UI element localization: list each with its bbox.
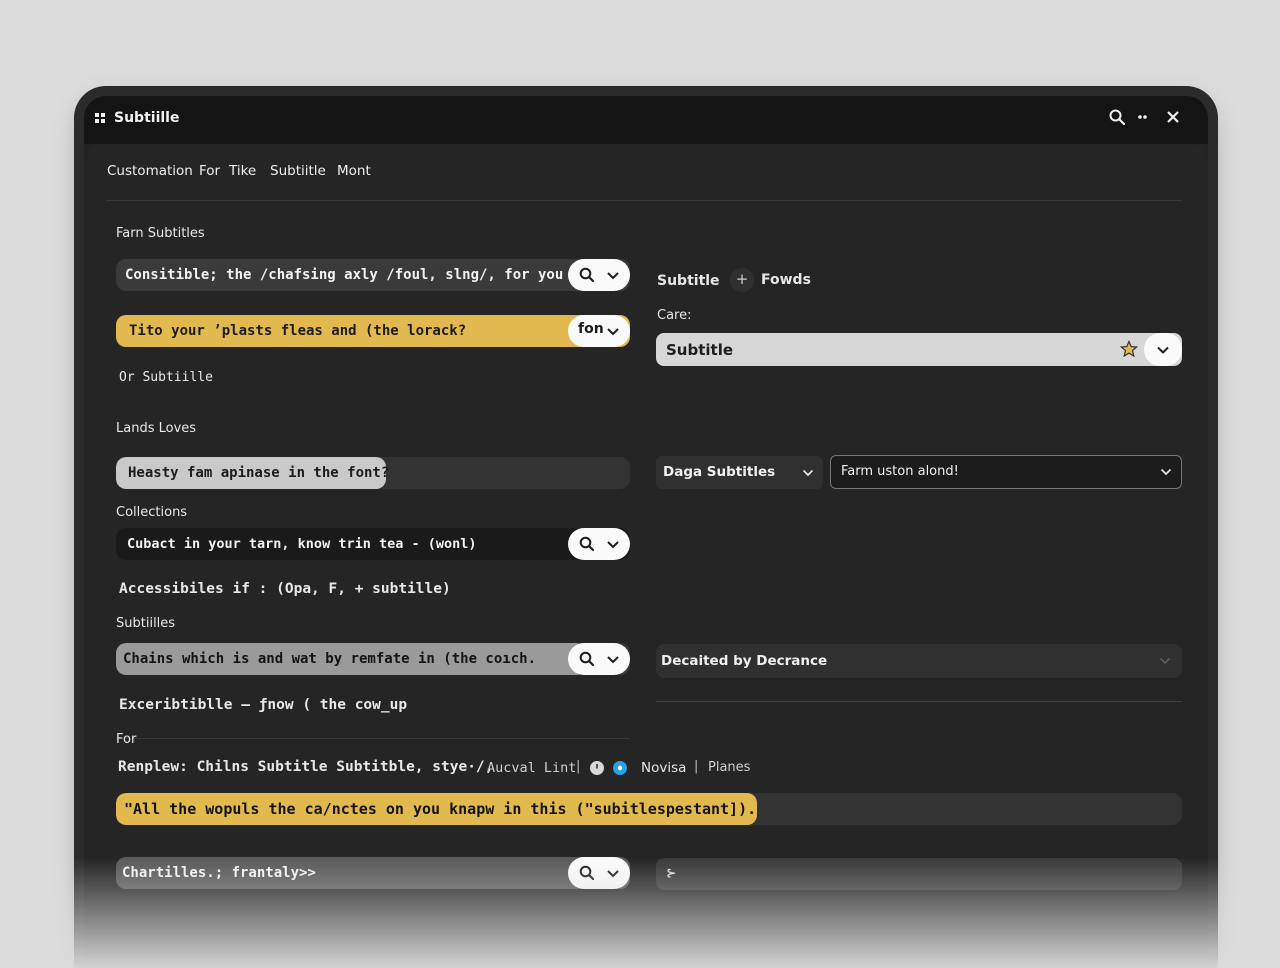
- search-dropdown-pill[interactable]: [568, 643, 630, 675]
- subtitle-label: Subtitle: [657, 273, 720, 289]
- chevron-down-icon[interactable]: [1159, 655, 1171, 667]
- chevron-down-icon[interactable]: [606, 535, 620, 553]
- planes-link[interactable]: Planes: [708, 760, 750, 775]
- subtitle-row-3[interactable]: Heasty fam apinase in the font?: [116, 457, 630, 489]
- chevron-down-icon[interactable]: [606, 650, 620, 668]
- tab-for[interactable]: For: [199, 163, 220, 179]
- separator: |: [576, 759, 581, 774]
- dropdown-toggle[interactable]: [1144, 333, 1182, 366]
- subtitle-row-4[interactable]: Cubact in your tarn, know trin tea - (wo…: [116, 528, 630, 560]
- farm-select[interactable]: Farm uston alond!: [830, 455, 1182, 489]
- care-select-value: Subtitle: [666, 341, 734, 359]
- right-divider: [656, 701, 1182, 702]
- font-dropdown-pill[interactable]: fon: [568, 315, 630, 347]
- decaited-select-value: Decaited by Decrance: [661, 653, 828, 669]
- collections-label: Collections: [116, 505, 188, 520]
- quote-text: "All the wopuls the ca/nctes on you knap…: [124, 800, 757, 818]
- farm-select-value: Farm uston alond!: [841, 464, 959, 479]
- chevron-down-icon[interactable]: [1160, 466, 1172, 478]
- search-icon[interactable]: [578, 535, 596, 553]
- subtiilles-label: Subtiilles: [116, 616, 176, 631]
- bottom-select[interactable]: ⊱: [656, 858, 1182, 890]
- close-icon[interactable]: [1162, 108, 1184, 130]
- plus-icon[interactable]: +: [730, 268, 754, 292]
- subtitle-row-2[interactable]: Tito your ’plasts fleas and (the lorack?…: [116, 315, 630, 347]
- row-text: Tito your ’plasts fleas and (the lorack?: [129, 323, 467, 339]
- subtitle-row-1[interactable]: Consitible; the /chafsing axly /foul, sl…: [116, 259, 630, 291]
- bottom-select-glyph: ⊱: [666, 866, 677, 880]
- clock-icon[interactable]: [589, 760, 605, 776]
- section-label: Farn Subtitles: [116, 226, 205, 241]
- separator: |: [694, 759, 699, 774]
- star-icon[interactable]: [1120, 340, 1138, 358]
- decaited-select[interactable]: Decaited by Decrance: [656, 644, 1182, 678]
- chartilles-row[interactable]: Chartilles.; frantaly>>: [116, 857, 630, 889]
- care-select[interactable]: Subtitle: [656, 333, 1182, 366]
- search-icon[interactable]: [578, 650, 596, 668]
- search-icon[interactable]: [578, 864, 596, 882]
- tab-tike[interactable]: Tike: [229, 163, 256, 179]
- exceribtible-line: Exceribtiblle — ƒnow ( the cow_up: [119, 697, 408, 713]
- quote-bar[interactable]: "All the wopuls the ca/nctes on you knap…: [116, 793, 1182, 825]
- fowds-label[interactable]: Fowds: [761, 272, 811, 288]
- grid-icon: [95, 113, 106, 124]
- accessibles-line: Accessibiles if : (Opa, F, + subtille): [119, 581, 451, 597]
- or-subtitle-label: Or Subtiille: [119, 370, 213, 385]
- search-icon[interactable]: [578, 266, 596, 284]
- search-dropdown-pill[interactable]: [568, 857, 630, 889]
- tab-divider: [106, 200, 1182, 201]
- title-bar: Subtiille: [84, 96, 1208, 144]
- chevron-down-icon[interactable]: [606, 322, 620, 340]
- novisa-link[interactable]: Novisa: [641, 760, 686, 776]
- search-dropdown-pill[interactable]: [568, 528, 630, 560]
- daga-select-value: Daga Subtitles: [663, 464, 776, 480]
- chevron-down-icon[interactable]: [1156, 343, 1170, 357]
- tab-subtiitle[interactable]: Subtiitle: [270, 163, 326, 179]
- window-title: Subtiille: [114, 110, 180, 126]
- search-dropdown-pill[interactable]: [568, 259, 630, 291]
- aucval-link[interactable]: Aucval Lint: [487, 760, 576, 776]
- pill-label: fon: [578, 321, 604, 337]
- search-icon[interactable]: [1106, 108, 1128, 130]
- row-text: Chains which is and wat by remfate in (t…: [123, 651, 537, 667]
- row-text: Consitible; the /chafsing axly /foul, sl…: [125, 267, 564, 283]
- tab-customation[interactable]: Customation: [107, 163, 193, 179]
- row-text: Chartilles.; frantaly>>: [122, 865, 316, 881]
- info-icon[interactable]: [612, 760, 628, 776]
- tab-mont[interactable]: Mont: [337, 163, 371, 179]
- chevron-down-icon[interactable]: [802, 467, 814, 479]
- more-icon[interactable]: [1132, 108, 1154, 130]
- section-divider: [116, 738, 630, 739]
- care-label: Care:: [657, 308, 692, 323]
- section-label: Lands Loves: [116, 421, 197, 436]
- row-text: Heasty fam apinase in the font?: [128, 465, 390, 481]
- renplew-line: Renplew: Chilns Subtitle Subtitble, stye…: [118, 759, 494, 775]
- daga-select[interactable]: Daga Subtitles: [656, 456, 823, 489]
- for-label: For: [116, 732, 137, 747]
- subtitle-row-5[interactable]: Chains which is and wat by remfate in (t…: [116, 643, 630, 675]
- row-text: Cubact in your tarn, know trin tea - (wo…: [127, 536, 477, 552]
- chevron-down-icon[interactable]: [606, 864, 620, 882]
- chevron-down-icon[interactable]: [606, 266, 620, 284]
